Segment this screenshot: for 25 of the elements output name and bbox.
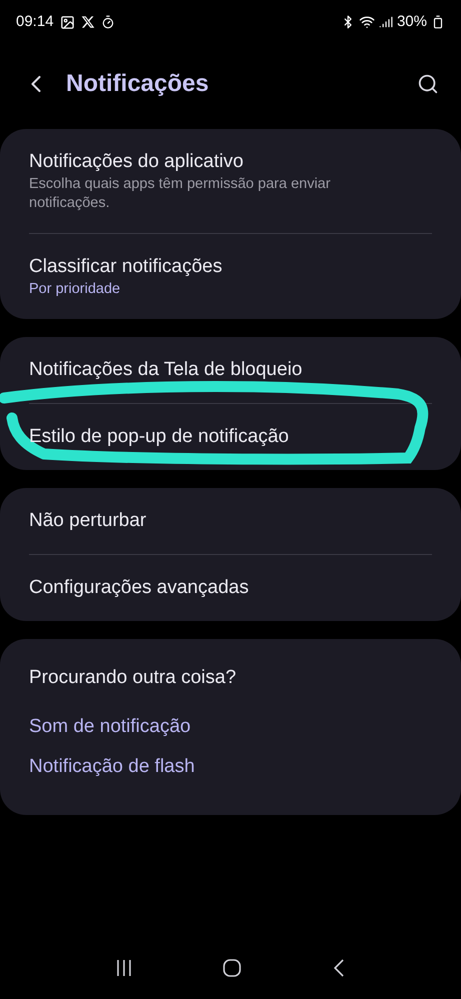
suggestions-heading: Procurando outra coisa? [29, 666, 238, 690]
recent-apps-icon[interactable] [114, 959, 133, 977]
page-title: Notificações [66, 69, 210, 99]
signal-icon [378, 15, 393, 29]
back-icon[interactable] [332, 958, 346, 978]
wifi-icon [358, 14, 375, 30]
setting-item[interactable]: Não perturbar [29, 508, 432, 534]
setting-description: Escolha quais apps têm permissão para enviar notificações. [29, 175, 332, 213]
search-button[interactable] [417, 73, 439, 95]
x-icon [80, 15, 95, 29]
setting-value: Por prioridade [29, 280, 122, 299]
search-icon [417, 73, 439, 95]
setting-item[interactable]: Notificações da Tela de bloqueio [29, 357, 432, 383]
setting-item[interactable]: Configurações avançadas [29, 575, 432, 601]
timer-icon [100, 15, 115, 29]
home-icon[interactable] [222, 958, 242, 978]
setting-item[interactable]: Estilo de pop-up de notificação [29, 424, 432, 450]
suggestion-link[interactable]: Som de notificação [29, 707, 432, 747]
battery-icon [431, 15, 445, 29]
image-icon [60, 14, 75, 30]
clock: 09:14 [16, 12, 54, 32]
setting-item[interactable]: Classificar notificações [29, 254, 432, 280]
suggestion-link[interactable]: Notificação de flash [29, 747, 432, 787]
setting-item[interactable]: Notificações do aplicativo [29, 149, 432, 175]
battery-percent: 30% [396, 12, 427, 32]
